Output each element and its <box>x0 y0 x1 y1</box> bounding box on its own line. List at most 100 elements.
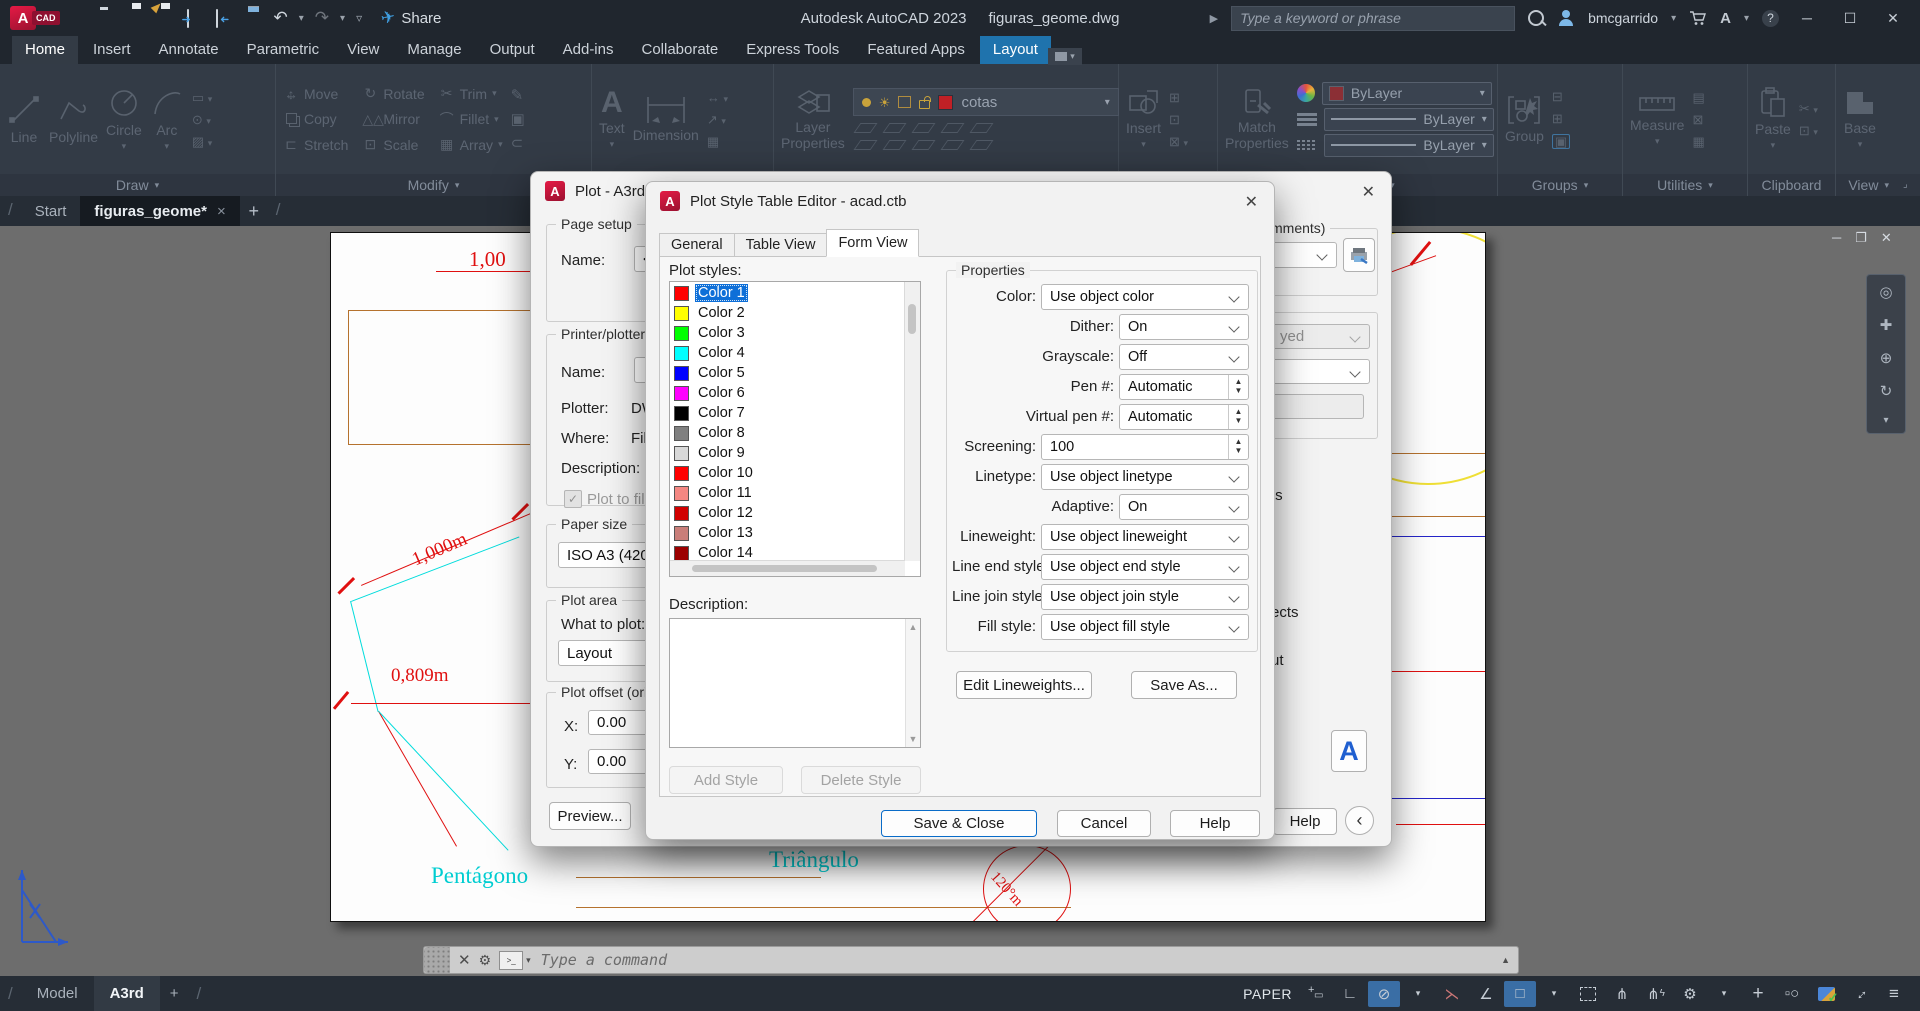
plot-dialog-close-icon[interactable]: ✕ <box>1362 182 1375 202</box>
ribbon-tab-add-ins[interactable]: Add-ins <box>550 36 627 64</box>
edit-pen-table-button[interactable] <box>1343 238 1375 272</box>
layer-unlock-icon[interactable] <box>919 100 930 109</box>
new-drawing-tab-button[interactable]: + <box>240 196 268 226</box>
open-from-mobile-icon[interactable]: ➜ <box>216 9 218 28</box>
rotate-tool-button[interactable]: ↻Rotate <box>362 85 424 102</box>
ribbon-tab-home[interactable]: Home <box>12 36 78 64</box>
plot-style-item[interactable]: Color 9 <box>670 443 905 463</box>
autodesk-access-icon[interactable]: A <box>1720 10 1731 27</box>
mirror-tool-button[interactable]: △△Mirror <box>362 109 424 129</box>
editor-close-icon[interactable]: ✕ <box>1245 192 1258 212</box>
property-select[interactable]: On <box>1119 494 1249 520</box>
layer-isolate-icon[interactable] <box>882 123 906 133</box>
plot-style-item[interactable]: Color 8 <box>670 423 905 443</box>
fillet-tool-button[interactable]: ⌒Fillet ▾ <box>439 109 503 129</box>
ortho-mode-icon[interactable]: ∟ <box>1334 981 1366 1007</box>
cancel-button[interactable]: Cancel <box>1057 810 1151 837</box>
ribbon-tab-collaborate[interactable]: Collaborate <box>628 36 731 64</box>
layer-color-swatch[interactable] <box>938 95 953 110</box>
layer-walk-icon[interactable] <box>969 140 993 150</box>
layer-unlock2-icon[interactable] <box>940 140 964 150</box>
plot-style-item[interactable]: Color 1 <box>670 283 905 303</box>
clean-screen-icon[interactable]: ↔ <box>1844 981 1876 1007</box>
match-properties-button[interactable]: Match Properties <box>1225 87 1289 151</box>
table-icon[interactable]: ▦ <box>707 135 728 148</box>
spinner-buttons[interactable]: ▲▼ <box>1228 405 1248 429</box>
qat-customize-icon[interactable]: ▿ <box>356 11 362 25</box>
plot-style-item[interactable]: Color 6 <box>670 383 905 403</box>
editor-tab-form-view[interactable]: Form View <box>826 229 919 257</box>
linetype-select[interactable]: ByLayer ▾ <box>1324 134 1494 157</box>
move-tool-button[interactable]: ↔↕Move <box>283 85 348 102</box>
share-button[interactable]: ✈ Share <box>381 8 441 28</box>
cart-icon[interactable] <box>1689 11 1707 26</box>
cut-icon[interactable]: ✂ ▾ <box>1799 102 1818 115</box>
edit-block-icon[interactable]: ⊡ <box>1169 113 1188 126</box>
hatch-tool-icon[interactable]: ▨ ▾ <box>192 135 212 148</box>
rectangle-tool-icon[interactable]: ▭ ▾ <box>192 91 212 104</box>
paper-space-label[interactable]: PAPER <box>1243 986 1292 1002</box>
model-tab[interactable]: Model <box>21 976 94 1011</box>
lineweight-icon[interactable] <box>1297 113 1317 126</box>
layer-on-icon[interactable] <box>862 98 871 107</box>
snap-mode-icon[interactable]: +▭ <box>1300 981 1332 1007</box>
ribbon-tab-express-tools[interactable]: Express Tools <box>733 36 852 64</box>
plot-style-item[interactable]: Color 7 <box>670 403 905 423</box>
plot-style-item[interactable]: Color 4 <box>670 343 905 363</box>
annotation-scale-gear-icon[interactable]: ⚙ <box>1674 981 1706 1007</box>
navbar-more-icon[interactable]: ▾ <box>1883 415 1888 426</box>
plot-style-item[interactable]: Color 5 <box>670 363 905 383</box>
zoom-icon[interactable]: ⊕ <box>1880 349 1893 367</box>
styles-horizontal-scrollbar[interactable] <box>670 560 905 576</box>
panel-label-utilities[interactable]: Utilities▾ <box>1623 174 1747 196</box>
line-tool-button[interactable]: Line <box>7 93 41 145</box>
block-attributes-icon[interactable]: ⊠ ▾ <box>1169 135 1188 148</box>
command-grip[interactable] <box>424 947 450 973</box>
ribbon-tab-output[interactable]: Output <box>477 36 548 64</box>
viewport-minimize-icon[interactable]: ─ <box>1832 230 1841 246</box>
dimension-tool-button[interactable]: Dimension <box>633 95 699 143</box>
command-recent-icon[interactable]: ▾ <box>526 955 531 966</box>
editor-tab-general[interactable]: General <box>659 233 735 257</box>
user-name[interactable]: bmcgarrido <box>1588 10 1658 26</box>
plot-style-item[interactable]: Color 10 <box>670 463 905 483</box>
command-input[interactable] <box>539 950 1493 970</box>
command-customize-icon[interactable]: ⚙ <box>479 952 500 969</box>
circle-dropdown-icon[interactable]: ▾ <box>122 142 127 152</box>
group-button[interactable]: Group <box>1505 94 1544 144</box>
layer-dropdown-icon[interactable]: ▾ <box>1105 97 1110 108</box>
layer-off-icon[interactable] <box>853 123 877 133</box>
arc-dropdown-icon[interactable]: ▾ <box>165 142 170 152</box>
panel-label-draw[interactable]: Draw▾ <box>0 174 275 196</box>
measure-button[interactable]: Measure ▾ <box>1630 91 1684 146</box>
collapse-search-icon[interactable]: ▶ <box>1210 12 1218 25</box>
panel-label-view[interactable]: View▾⌟ <box>1836 174 1920 196</box>
trim-tool-button[interactable]: ✂Trim ▾ <box>439 85 503 102</box>
spinner-buttons[interactable]: ▲▼ <box>1228 375 1248 399</box>
file-tab-document[interactable]: figuras_geome* × <box>80 196 239 226</box>
ribbon-display-toggle[interactable]: ▾ <box>1048 48 1082 65</box>
viewport-close-icon[interactable]: ✕ <box>1881 230 1892 246</box>
base-view-button[interactable]: Base ▾ <box>1843 88 1877 149</box>
polar-tracking-icon[interactable]: ⊘ <box>1368 981 1400 1007</box>
window-maximize-icon[interactable]: ☐ <box>1835 10 1865 27</box>
erase-tool-icon[interactable]: ✎ <box>511 88 525 103</box>
ribbon-tab-manage[interactable]: Manage <box>394 36 474 64</box>
layer-thaw-icon[interactable]: ☀ <box>879 96 891 109</box>
pan-icon[interactable]: ✚ <box>1880 316 1893 334</box>
object-snap-icon[interactable]: □ <box>1504 981 1536 1007</box>
description-textarea[interactable]: ▲▼ <box>669 618 921 748</box>
object-color-select[interactable]: ByLayer ▾ <box>1322 82 1492 105</box>
redo-icon[interactable]: ↷ <box>315 8 329 28</box>
command-line[interactable]: ✕ ⚙ >_ ▾ ▲ <box>423 946 1519 974</box>
ribbon-tab-featured-apps[interactable]: Featured Apps <box>854 36 978 64</box>
viewport-restore-icon[interactable]: ❐ <box>1855 230 1867 246</box>
create-block-icon[interactable]: ⊞ <box>1169 91 1188 104</box>
lineweight-select[interactable]: ByLayer ▾ <box>1324 108 1494 131</box>
search-input[interactable] <box>1231 6 1515 31</box>
circle-tool-button[interactable]: Circle ▾ <box>106 86 142 151</box>
layer-freeze-viewport-icon[interactable] <box>898 96 911 108</box>
window-minimize-icon[interactable]: ─ <box>1792 10 1822 26</box>
layer-freeze-icon[interactable] <box>911 123 935 133</box>
offset-tool-icon[interactable]: ⊂ <box>511 136 525 151</box>
